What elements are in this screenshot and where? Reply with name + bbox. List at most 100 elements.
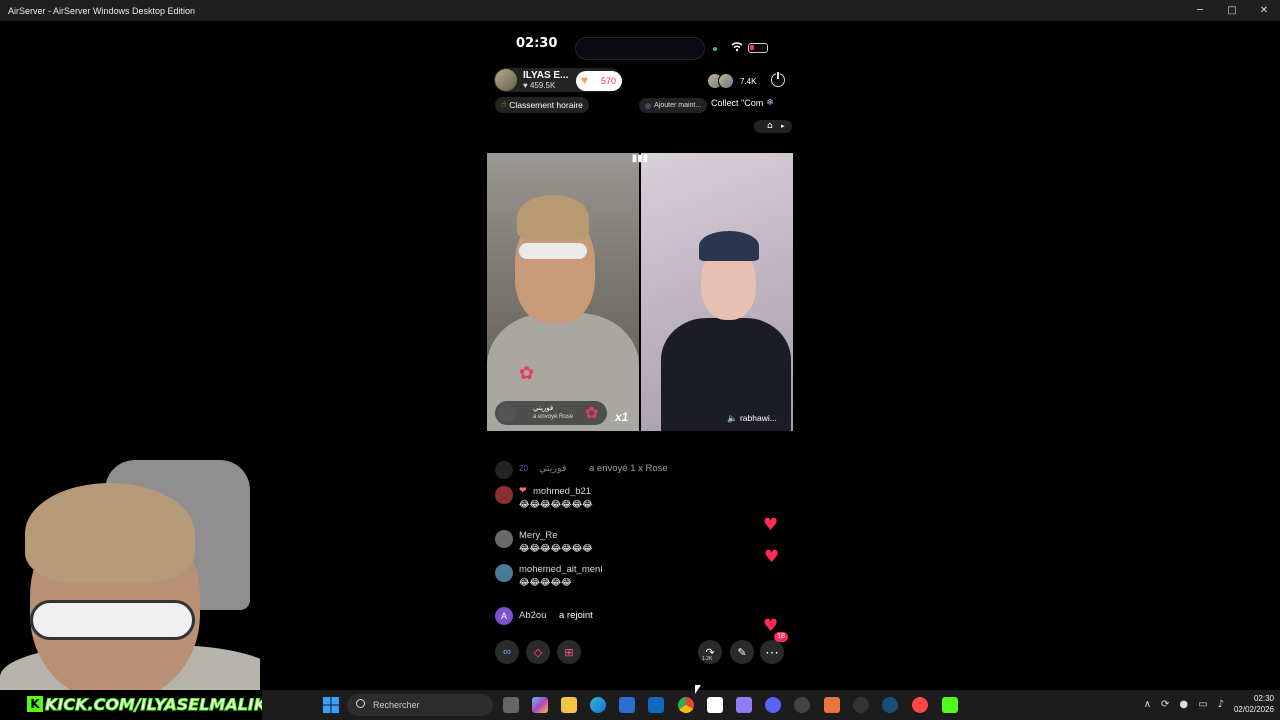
host-avatar[interactable]	[495, 69, 517, 91]
mic-indicator-icon	[713, 47, 717, 51]
collect-label: Collect "Com	[711, 98, 764, 108]
host-beanie	[517, 195, 589, 240]
taskbar-date: 02/02/2026	[1233, 705, 1274, 714]
add-label: Ajouter maint...	[654, 102, 702, 109]
volume-icon[interactable]: ♪	[1218, 699, 1224, 710]
heart-icon: ♥	[581, 73, 589, 87]
windows-start-icon[interactable]	[323, 697, 339, 713]
host-video[interactable]: ✿	[487, 153, 639, 431]
chat-username: mohemed_ait_meni	[519, 564, 603, 575]
chat-message: 😂😂😂😂😂😂😂	[519, 500, 593, 510]
chat-item[interactable]: Mery_Re 😂😂😂😂😂😂😂	[495, 530, 695, 560]
gifter-avatar	[498, 404, 516, 422]
collect-pill[interactable]: Collect "Com ❄	[711, 98, 774, 108]
file-explorer-icon[interactable]	[561, 697, 577, 713]
taskbar-search[interactable]: Rechercher	[347, 694, 493, 716]
minimize-button[interactable]: ─	[1184, 0, 1216, 21]
chatgpt-icon[interactable]	[794, 697, 810, 713]
magic-wand-button[interactable]: ✎	[730, 640, 754, 664]
taskbar-clock[interactable]: 02:30 02/02/2026	[1234, 693, 1274, 715]
taskbar: Rechercher ∧ ⟳ ● ▭ ♪ 02:30 02/02/2026	[262, 690, 1280, 720]
gifter-name: قوريتي	[533, 405, 554, 412]
chat-item[interactable]: mohmed_b21 ❤ 😂😂😂😂😂😂😂	[495, 486, 695, 516]
follow-heart-button[interactable]: ♥ 570	[576, 71, 622, 91]
streamer-beanie	[25, 483, 195, 583]
discord-icon[interactable]	[765, 697, 781, 713]
home-icon: ⌂	[767, 121, 773, 131]
more-button[interactable]: ⋯	[760, 640, 784, 664]
viewer-list[interactable]: 7.4K	[707, 72, 756, 90]
chat-message: 😂😂😂😂😂😂😂	[519, 544, 593, 554]
chat-username: Ab2ou	[519, 610, 547, 621]
chat-badge: 20	[519, 464, 528, 473]
chat-message: a rejoint	[559, 610, 593, 621]
mini-toolbar[interactable]: ⌂ ▸	[754, 120, 792, 133]
microphone-icon[interactable]: ●	[1179, 699, 1188, 710]
guest-cap	[699, 231, 759, 261]
steam-icon[interactable]	[882, 697, 898, 713]
chevron-up-icon[interactable]: ∧	[1144, 699, 1151, 710]
gift-description: a envoyé Rose	[533, 414, 574, 420]
hand-icon: ☝	[501, 100, 507, 110]
game-controller-icon[interactable]	[736, 697, 752, 713]
chat-avatar	[495, 530, 513, 548]
edge-icon[interactable]	[590, 697, 606, 713]
taskbar-time: 02:30	[1253, 694, 1274, 703]
copilot-icon[interactable]	[532, 697, 548, 713]
app-dark-icon[interactable]	[853, 697, 869, 713]
guest-name-tag[interactable]: 🔈 rabhawi...	[727, 413, 777, 424]
guest-video[interactable]	[641, 153, 793, 431]
chat-message: 😂😂😂😂😂	[519, 578, 572, 588]
phone-screen: 02:30 ILYAS E... ♥ 459.5K ♥ 570 7.4K ☝ C…	[487, 28, 793, 680]
network-icon[interactable]: ▭	[1198, 699, 1207, 710]
search-placeholder: Rechercher	[373, 700, 420, 710]
status-clock: 02:30	[516, 36, 558, 51]
maximize-button[interactable]: □	[1216, 0, 1248, 21]
split-bars-icon[interactable]: ▮▮▮	[628, 153, 652, 167]
floating-heart-icon: ♥	[764, 547, 780, 567]
match-button[interactable]: ◇	[526, 640, 550, 664]
hourly-ranking-pill[interactable]: ☝ Classement horaire	[495, 97, 589, 113]
chrome-icon[interactable]	[678, 697, 694, 713]
wifi-icon	[731, 42, 743, 52]
stream-app-icon[interactable]	[942, 697, 958, 713]
search-icon	[356, 699, 365, 708]
sync-icon[interactable]: ⟳	[1161, 699, 1169, 710]
link-button[interactable]: ∞	[495, 640, 519, 664]
snowflake-icon: ❄	[766, 98, 774, 108]
task-view-icon[interactable]	[503, 697, 519, 713]
window-titlebar: AirServer - AirServer Windows Desktop Ed…	[0, 0, 1280, 21]
add-pill[interactable]: ◎ Ajouter maint...	[639, 98, 708, 113]
store-icon[interactable]	[619, 697, 635, 713]
chat-item[interactable]: A Ab2ou a rejoint	[495, 607, 695, 625]
ea-icon[interactable]	[912, 697, 928, 713]
live-video-split[interactable]: ✿ ▮▮▮ قوريتي a envoyé Rose ✿ x1 🔈 rabhaw…	[487, 153, 793, 431]
app-a-icon[interactable]	[824, 697, 840, 713]
airserver-icon[interactable]	[707, 697, 723, 713]
outlook-icon[interactable]	[648, 697, 664, 713]
kick-url: KICK.COM/ILYASELMALIKI	[44, 694, 273, 714]
gift-notification: قوريتي a envoyé Rose ✿	[495, 401, 607, 425]
heart-count: 570	[600, 76, 616, 86]
kick-logo-icon: K	[27, 696, 43, 712]
power-icon[interactable]	[771, 71, 785, 87]
phone-status-bar: 02:30	[487, 33, 793, 60]
play-icon: ▸	[781, 122, 785, 130]
webcam-overlay	[0, 455, 260, 690]
apps-grid-button[interactable]: ⊞	[557, 640, 581, 664]
system-tray: ∧ ⟳ ● ▭ ♪	[1144, 699, 1224, 710]
viewer-avatar	[718, 73, 734, 89]
host-sunglasses	[519, 243, 587, 259]
mouse-cursor-icon	[695, 685, 701, 694]
host-likes: ♥ 459.5K	[523, 81, 556, 90]
chat-item[interactable]: 20 قوريتي a envoyé 1 x Rose	[495, 461, 695, 479]
battery-icon	[748, 43, 768, 53]
close-button[interactable]: ✕	[1248, 0, 1280, 21]
chat-message: a envoyé 1 x Rose	[589, 463, 668, 474]
chat-avatar	[495, 486, 513, 504]
streamer-sunglasses	[30, 600, 195, 640]
chat-item[interactable]: mohemed_ait_meni 😂😂😂😂😂	[495, 564, 695, 594]
chat-avatar: A	[495, 607, 513, 625]
rose-icon: ✿	[519, 363, 535, 384]
rose-gift-icon: ✿	[585, 403, 599, 422]
